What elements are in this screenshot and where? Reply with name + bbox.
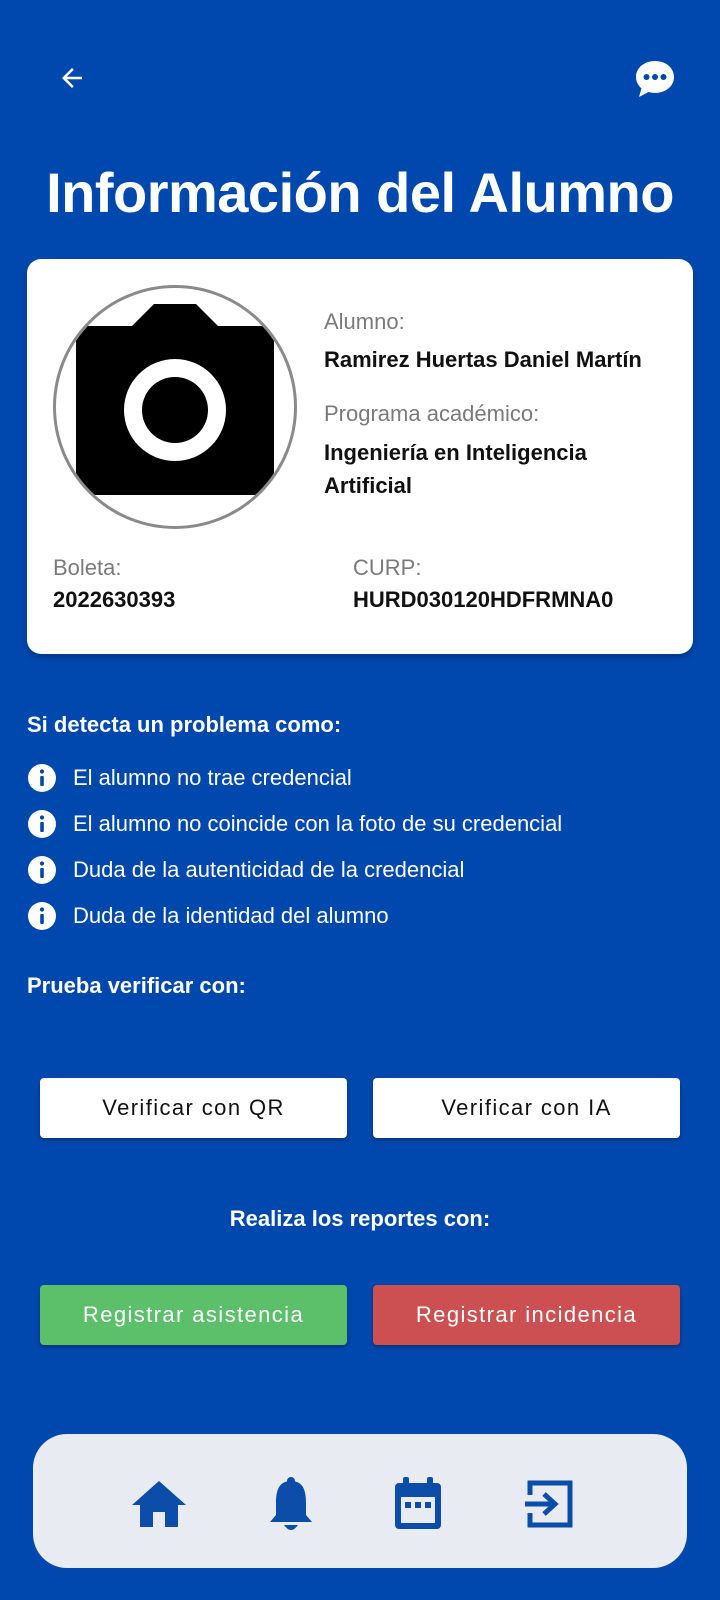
programa-value-line2: Artificial bbox=[324, 473, 413, 498]
verify-ia-button[interactable]: Verificar con IA bbox=[373, 1078, 680, 1138]
student-info-card: Alumno: Ramirez Huertas Daniel Martín Pr… bbox=[27, 259, 693, 654]
chat-button[interactable] bbox=[632, 56, 678, 102]
alumno-name: Ramirez Huertas Daniel Martín bbox=[324, 347, 642, 372]
verify-title: Prueba verificar con: bbox=[27, 973, 246, 998]
problems-title: Si detecta un problema como: bbox=[27, 712, 342, 737]
problem-text: El alumno no coincide con la foto de su … bbox=[73, 811, 563, 836]
boleta-value: 2022630393 bbox=[53, 587, 176, 612]
back-button[interactable] bbox=[52, 58, 92, 98]
camera-icon bbox=[76, 304, 274, 495]
curp-value: HURD030120HDFRMNA0 bbox=[353, 587, 614, 612]
student-photo[interactable] bbox=[53, 285, 297, 529]
calendar-icon bbox=[395, 1477, 441, 1529]
problem-text: El alumno no trae credencial bbox=[73, 765, 352, 790]
chat-bubble-dots-icon bbox=[636, 61, 674, 97]
boleta-label: Boleta: bbox=[53, 555, 122, 580]
bell-icon bbox=[270, 1477, 312, 1530]
info-circle-icon bbox=[28, 764, 56, 792]
register-attendance-button[interactable]: Registrar asistencia bbox=[40, 1285, 347, 1345]
list-item: El alumno no trae credencial bbox=[27, 763, 562, 793]
nav-home[interactable] bbox=[127, 1472, 191, 1536]
page-title: Información del Alumno bbox=[46, 161, 674, 224]
reports-title: Realiza los reportes con: bbox=[229, 1206, 491, 1231]
arrow-left-icon bbox=[62, 68, 82, 88]
info-circle-icon bbox=[28, 902, 56, 930]
curp-label: CURP: bbox=[353, 555, 422, 580]
list-item: Duda de la autenticidad de la credencial bbox=[27, 855, 562, 885]
info-circle-icon bbox=[28, 810, 56, 838]
list-item: El alumno no coincide con la foto de su … bbox=[27, 809, 562, 839]
bottom-nav bbox=[33, 1434, 687, 1568]
verify-qr-button[interactable]: Verificar con QR bbox=[40, 1078, 347, 1138]
problems-list: El alumno no trae credencial El alumno n… bbox=[27, 763, 562, 931]
nav-calendar[interactable] bbox=[386, 1472, 450, 1536]
programa-value-line1: Ingeniería en Inteligencia bbox=[324, 440, 587, 465]
home-icon bbox=[132, 1481, 186, 1527]
logout-icon bbox=[525, 1480, 573, 1528]
alumno-label: Alumno: bbox=[324, 309, 405, 334]
programa-label: Programa académico: bbox=[324, 401, 540, 426]
problem-text: Duda de la autenticidad de la credencial bbox=[73, 857, 465, 882]
register-incident-button[interactable]: Registrar incidencia bbox=[373, 1285, 680, 1345]
list-item: Duda de la identidad del alumno bbox=[27, 901, 562, 931]
nav-logout[interactable] bbox=[517, 1472, 581, 1536]
problem-text: Duda de la identidad del alumno bbox=[73, 903, 389, 928]
nav-notifications[interactable] bbox=[259, 1472, 323, 1536]
info-circle-icon bbox=[28, 856, 56, 884]
